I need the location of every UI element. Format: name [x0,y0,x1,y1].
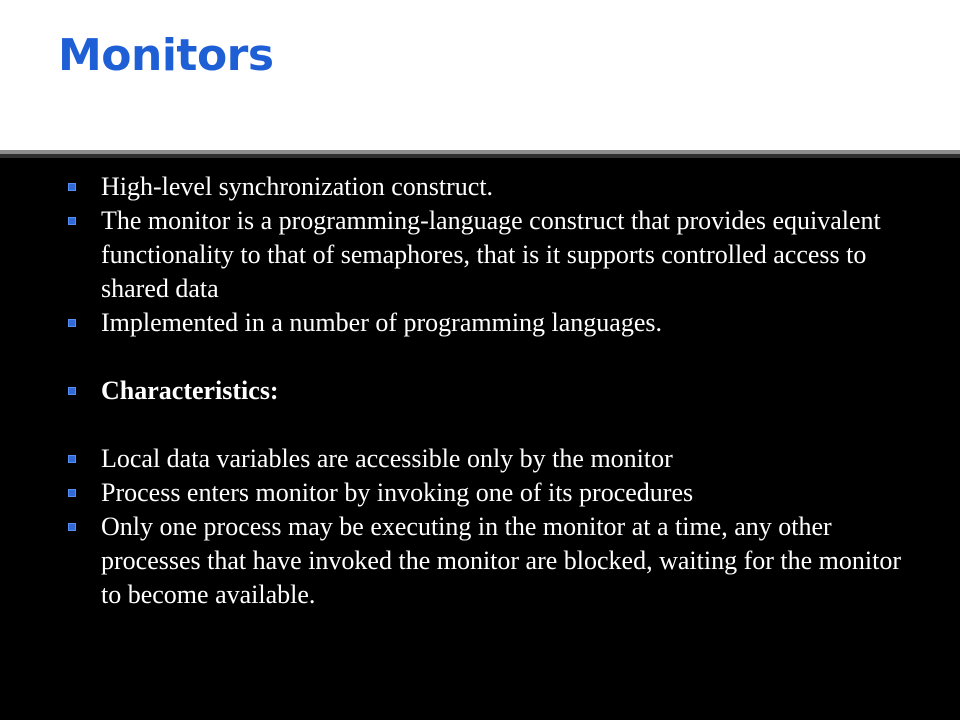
slide: Monitors High-level synchronization cons… [0,0,960,720]
bullet-text: Implemented in a number of programming l… [101,308,663,337]
bullet-text: Characteristics: [101,376,279,405]
square-bullet-icon [68,387,76,395]
slide-title: Monitors [58,30,274,81]
bullet-text: High-level synchronization construct. [101,172,494,201]
square-bullet-icon [68,455,76,463]
bullet-text: Only one process may be executing in the… [101,512,901,609]
bullet-item: Local data variables are accessible only… [0,442,960,476]
bullet-item: The monitor is a programming-language co… [0,204,960,306]
bullet-text: Local data variables are accessible only… [101,444,673,473]
bullet-text: The monitor is a programming-language co… [101,206,881,303]
title-divider-dark [0,154,960,158]
bullet-item: Implemented in a number of programming l… [0,306,960,340]
square-bullet-icon [68,523,76,531]
bullet-item: Only one process may be executing in the… [0,510,960,612]
bullet-item: Process enters monitor by invoking one o… [0,476,960,510]
square-bullet-icon [68,489,76,497]
square-bullet-icon [68,319,76,327]
square-bullet-icon [68,183,76,191]
bullet-item: High-level synchronization construct. [0,170,960,204]
bullet-list: High-level synchronization construct. Th… [0,170,960,612]
square-bullet-icon [68,217,76,225]
title-band: Monitors [0,0,960,150]
bullet-item-heading: Characteristics: [0,374,960,408]
bullet-text: Process enters monitor by invoking one o… [101,478,694,507]
